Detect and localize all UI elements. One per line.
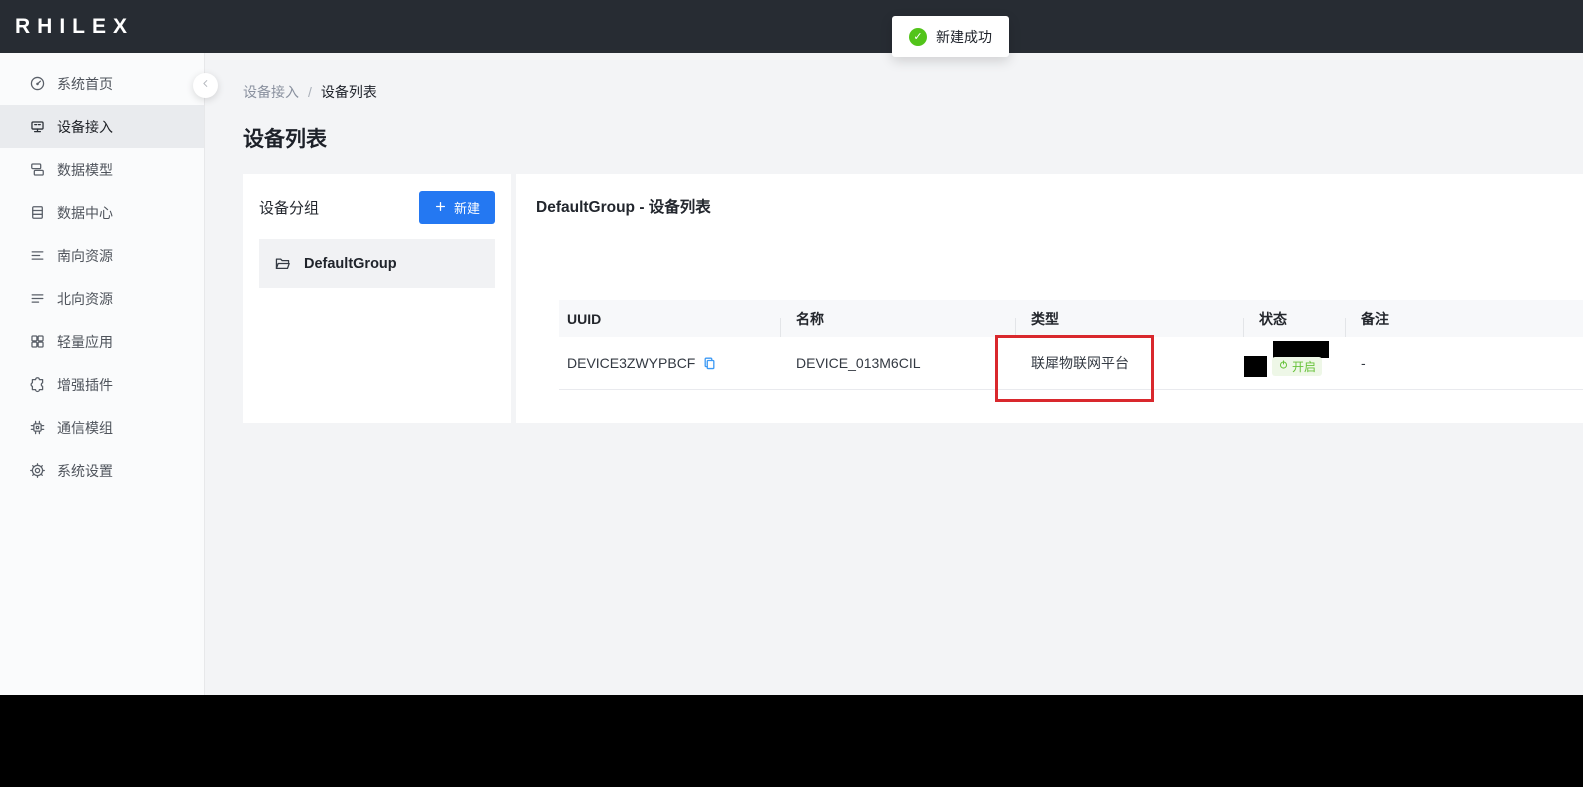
breadcrumb-separator: / (308, 84, 312, 100)
column-header-type: 类型 (1023, 309, 1251, 329)
column-header-remark: 备注 (1353, 309, 1583, 329)
toast-message: 新建成功 (936, 27, 992, 47)
sidebar-item-southbound[interactable]: 南向资源 (0, 234, 204, 277)
remark-cell: - (1353, 355, 1583, 371)
breadcrumb: 设备接入 / 设备列表 (243, 82, 1583, 102)
column-header-status: 状态 (1251, 309, 1353, 329)
redaction-box (1244, 356, 1267, 377)
success-check-icon: ✓ (909, 28, 927, 46)
main-body: 系统首页 设备接入 数据模型 数据中心 南向资源 (0, 53, 1583, 695)
breadcrumb-device-access[interactable]: 设备接入 (243, 82, 299, 102)
sidebar-item-home[interactable]: 系统首页 (0, 62, 204, 105)
settings-gear-icon (29, 462, 46, 479)
column-header-uuid: UUID (559, 311, 788, 327)
table-row: DEVICE3ZWYPBCF DEVICE_013M6CIL 联犀物联网平台 (559, 337, 1583, 390)
redaction-box (1273, 341, 1329, 358)
power-icon (1278, 359, 1289, 373)
device-access-icon (29, 118, 46, 135)
name-cell: DEVICE_013M6CIL (788, 355, 1023, 371)
lightweight-apps-icon (29, 333, 46, 350)
page-title: 设备列表 (243, 123, 1583, 153)
sidebar-collapse-button[interactable] (193, 73, 218, 98)
group-name: DefaultGroup (304, 256, 397, 272)
folder-open-icon (274, 255, 291, 272)
data-center-icon (29, 204, 46, 221)
status-cell: 开启 (1251, 337, 1353, 390)
device-group-panel: 设备分组 新建 DefaultGroup (243, 174, 511, 423)
uuid-cell: DEVICE3ZWYPBCF (559, 355, 788, 371)
sidebar-item-data-center[interactable]: 数据中心 (0, 191, 204, 234)
sidebar-item-label: 数据模型 (57, 160, 113, 180)
sidebar-item-comm-modules[interactable]: 通信模组 (0, 406, 204, 449)
status-badge: 开启 (1272, 357, 1322, 376)
sidebar-item-plugins[interactable]: 增强插件 (0, 363, 204, 406)
content-cards: 设备分组 新建 DefaultGroup DefaultGroup (243, 174, 1583, 423)
column-header-name: 名称 (788, 309, 1023, 329)
sidebar-item-settings[interactable]: 系统设置 (0, 449, 204, 492)
sidebar-item-data-model[interactable]: 数据模型 (0, 148, 204, 191)
sidebar-item-lightweight-apps[interactable]: 轻量应用 (0, 320, 204, 363)
new-group-button-label: 新建 (454, 198, 480, 217)
uuid-value: DEVICE3ZWYPBCF (567, 355, 695, 371)
group-panel-title: 设备分组 (259, 197, 319, 218)
sidebar-item-label: 北向资源 (57, 289, 113, 309)
type-cell: 联犀物联网平台 (1023, 353, 1251, 373)
copy-icon[interactable] (702, 356, 717, 371)
sidebar-item-label: 轻量应用 (57, 332, 113, 352)
southbound-resources-icon (29, 247, 46, 264)
device-table: UUID 名称 类型 状态 备注 DEVICE3ZWYPBCF (559, 300, 1583, 390)
group-panel-header: 设备分组 新建 (259, 191, 495, 224)
success-toast: ✓ 新建成功 (892, 16, 1009, 57)
sidebar-item-label: 通信模组 (57, 418, 113, 438)
device-list-panel: DefaultGroup - 设备列表 UUID 名称 类型 状态 备注 (516, 174, 1583, 423)
sidebar-item-label: 系统设置 (57, 461, 113, 481)
sidebar-item-label: 南向资源 (57, 246, 113, 266)
sidebar-item-device-access[interactable]: 设备接入 (0, 105, 204, 148)
sidebar-item-northbound[interactable]: 北向资源 (0, 277, 204, 320)
top-navbar: RHILEX (0, 0, 1583, 53)
content-area: 设备接入 / 设备列表 设备列表 设备分组 新建 (205, 53, 1583, 695)
new-group-button[interactable]: 新建 (419, 191, 495, 224)
northbound-resources-icon (29, 290, 46, 307)
comm-module-icon (29, 419, 46, 436)
data-model-icon (29, 161, 46, 178)
app-window: RHILEX ✓ 新建成功 系统首页 设备接入 数据模型 (0, 0, 1583, 695)
table-header-row: UUID 名称 类型 状态 备注 (559, 300, 1583, 337)
sidebar-item-label: 增强插件 (57, 375, 113, 395)
device-list-title: DefaultGroup - 设备列表 (536, 195, 1583, 217)
brand-logo: RHILEX (15, 15, 134, 39)
plugin-icon (29, 376, 46, 393)
screen: RHILEX ✓ 新建成功 系统首页 设备接入 数据模型 (0, 0, 1583, 787)
sidebar-item-label: 设备接入 (57, 117, 113, 137)
breadcrumb-device-list: 设备列表 (321, 82, 377, 102)
status-badge-label: 开启 (1292, 358, 1316, 375)
sidebar-item-label: 数据中心 (57, 203, 113, 223)
chevron-left-icon (199, 77, 212, 95)
sidebar: 系统首页 设备接入 数据模型 数据中心 南向资源 (0, 53, 205, 695)
group-list-item-defaultgroup[interactable]: DefaultGroup (259, 239, 495, 288)
plus-icon (434, 200, 447, 216)
dashboard-gauge-icon (29, 75, 46, 92)
sidebar-item-label: 系统首页 (57, 74, 113, 94)
